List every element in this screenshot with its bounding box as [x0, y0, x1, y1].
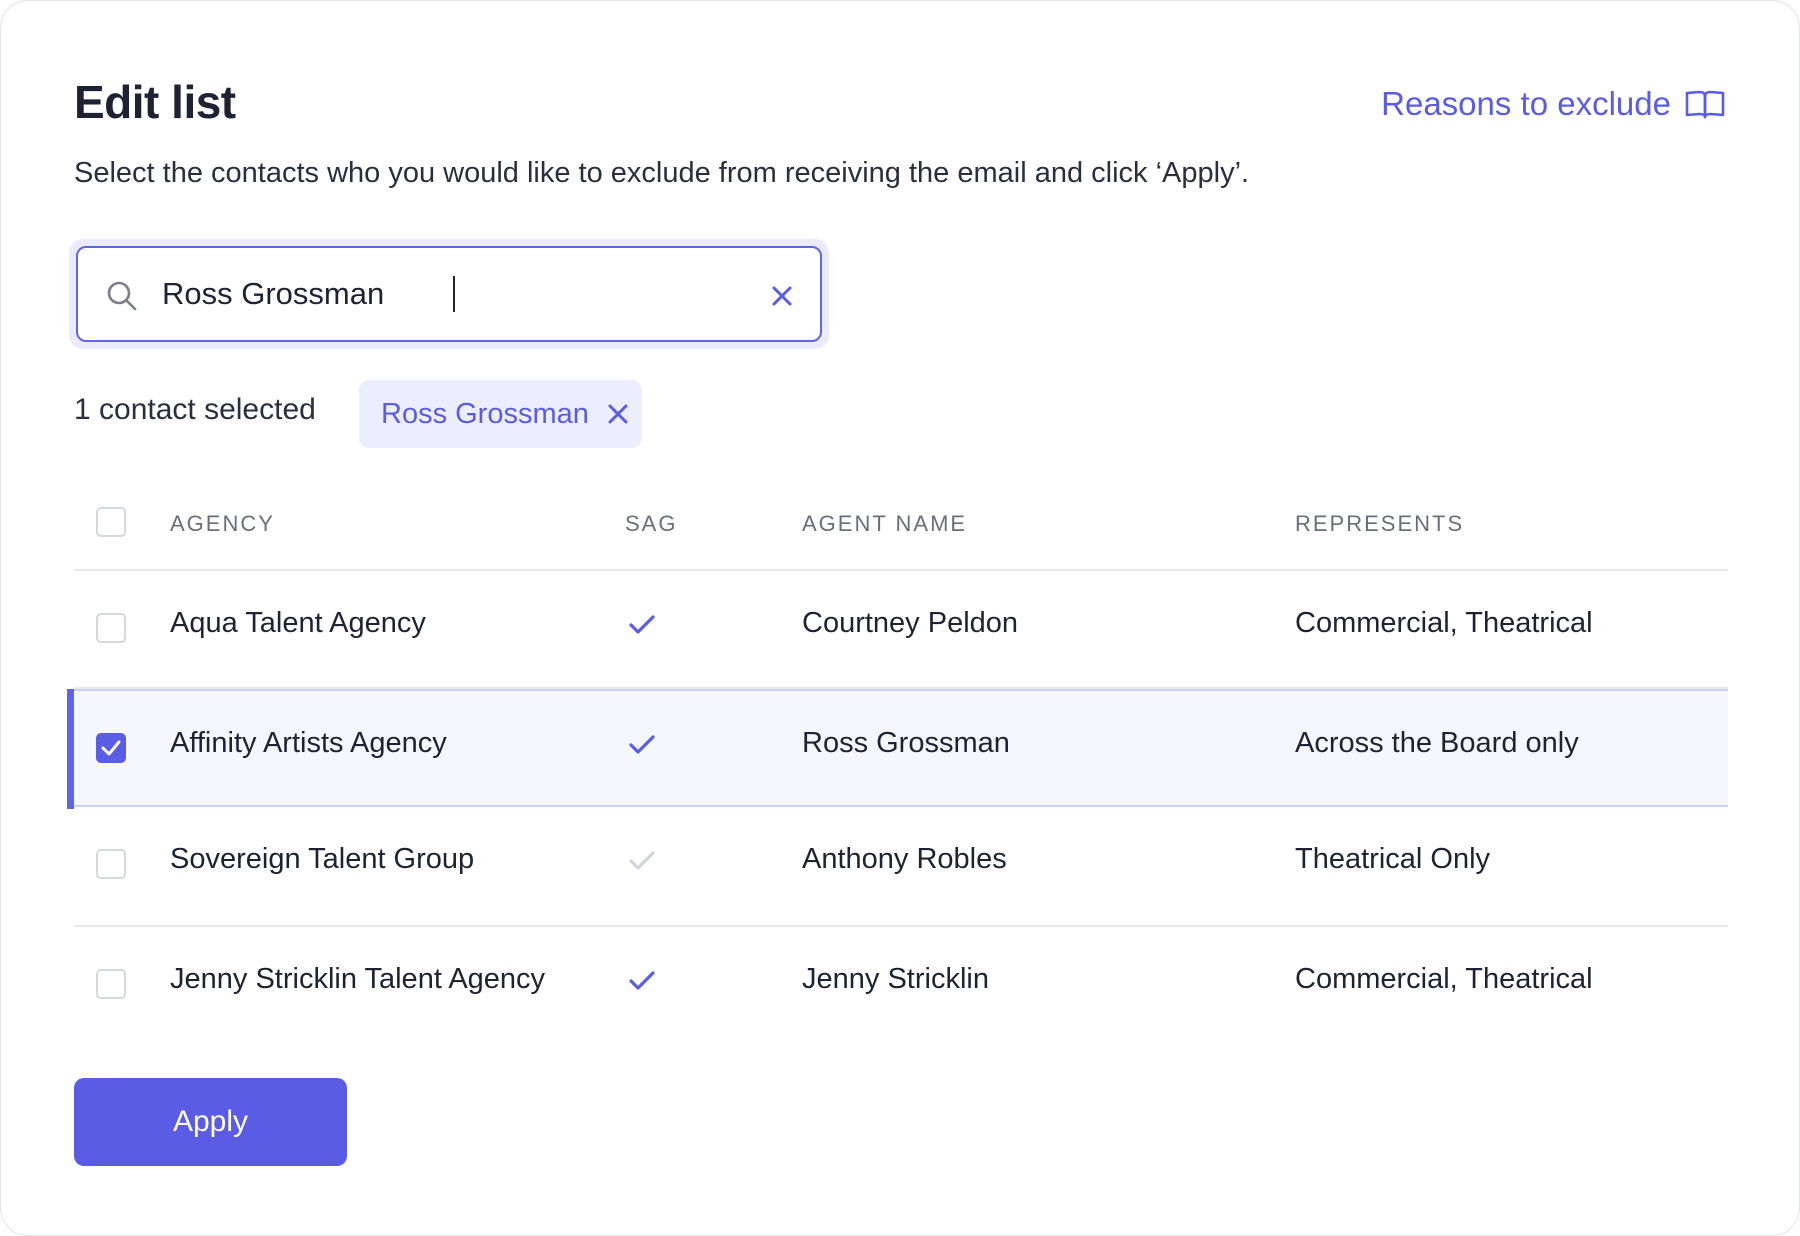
agency-cell: Affinity Artists Agency	[170, 727, 447, 759]
agent-name-cell: Jenny Stricklin	[802, 963, 989, 995]
search-input[interactable]	[162, 264, 722, 324]
sag-check-icon	[629, 735, 655, 754]
selected-row-indicator	[67, 689, 74, 809]
row-checkbox[interactable]	[96, 613, 126, 643]
agent-name-cell: Courtney Peldon	[802, 607, 1019, 639]
row-checkbox-checked[interactable]	[96, 733, 126, 763]
column-header-agency[interactable]: AGENCY	[170, 511, 275, 537]
column-header-agent-name[interactable]: AGENT NAME	[802, 511, 967, 537]
represents-cell: Commercial, Theatrical	[1295, 607, 1593, 639]
agent-name-cell: Ross Grossman	[802, 727, 1010, 759]
remove-chip-icon[interactable]	[607, 403, 629, 425]
instructions-text: Select the contacts who you would like t…	[74, 157, 1250, 189]
column-header-sag[interactable]: SAG	[625, 511, 677, 537]
represents-cell: Commercial, Theatrical	[1295, 963, 1593, 995]
edit-list-card: Edit list Reasons to exclude Select the …	[0, 0, 1800, 1236]
apply-button[interactable]: Apply	[74, 1078, 347, 1166]
table-row[interactable]: Aqua Talent Agency Courtney Peldon Comme…	[74, 571, 1728, 689]
book-icon	[1685, 90, 1725, 119]
agency-cell: Sovereign Talent Group	[170, 843, 475, 875]
row-checkbox[interactable]	[96, 969, 126, 999]
column-header-represents[interactable]: REPRESENTS	[1295, 511, 1464, 537]
search-box	[76, 246, 822, 342]
agency-cell: Jenny Stricklin Talent Agency	[170, 963, 546, 995]
selected-count-label: 1 contact selected	[74, 393, 316, 426]
represents-cell: Theatrical Only	[1295, 843, 1491, 875]
agency-cell: Aqua Talent Agency	[170, 607, 426, 639]
search-focus-ring	[69, 239, 829, 349]
text-cursor	[453, 276, 455, 312]
sag-check-icon	[629, 615, 655, 634]
row-checkbox[interactable]	[96, 849, 126, 879]
selected-contact-chip: Ross Grossman	[359, 380, 642, 448]
reasons-link-label: Reasons to exclude	[1381, 85, 1671, 122]
agent-name-cell: Anthony Robles	[802, 843, 1007, 875]
search-icon	[107, 281, 137, 311]
table-row[interactable]: Jenny Stricklin Talent Agency Jenny Stri…	[74, 929, 1728, 1047]
table-row-selected[interactable]: Affinity Artists Agency Ross Grossman Ac…	[67, 689, 1728, 809]
select-all-checkbox[interactable]	[96, 507, 126, 537]
reasons-to-exclude-link[interactable]: Reasons to exclude	[1381, 85, 1725, 123]
table-row[interactable]: Sovereign Talent Group Anthony Robles Th…	[74, 809, 1728, 927]
table-header: AGENCY SAG AGENT NAME REPRESENTS	[74, 493, 1728, 571]
sag-check-icon	[629, 971, 655, 990]
close-icon[interactable]	[770, 284, 794, 308]
page-title: Edit list	[74, 76, 236, 128]
represents-cell: Across the Board only	[1295, 727, 1579, 759]
chip-label: Ross Grossman	[381, 397, 589, 430]
checkmark-icon	[101, 740, 121, 756]
sag-check-icon-inactive	[629, 851, 655, 870]
